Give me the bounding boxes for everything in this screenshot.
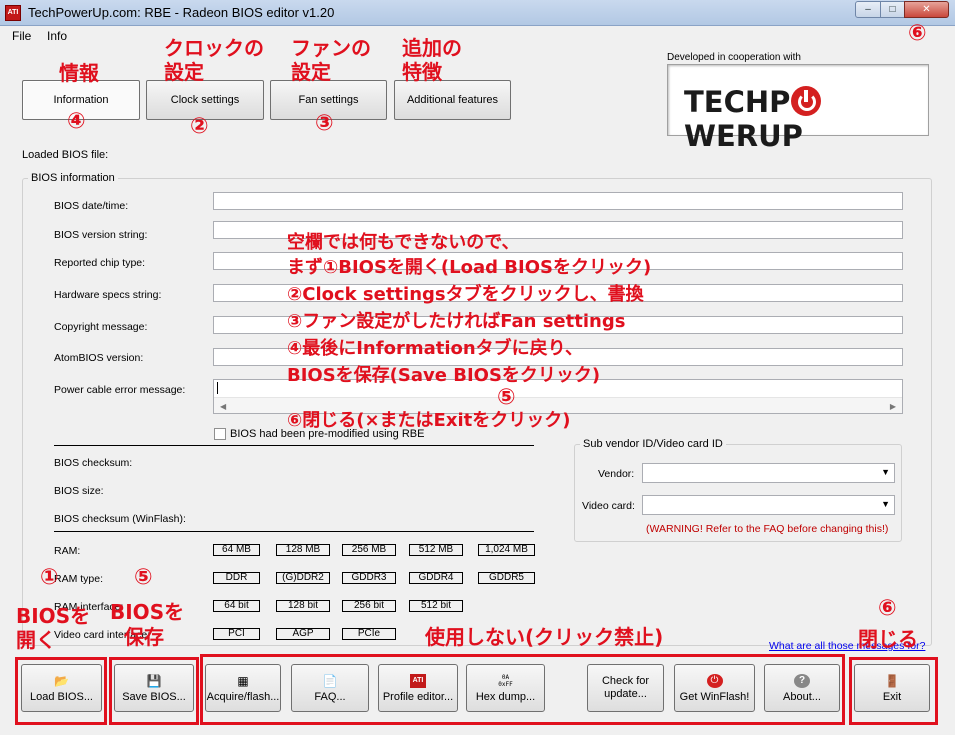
menu-file[interactable]: File xyxy=(12,29,31,43)
annotation-exit-num: ⑥ xyxy=(878,596,897,621)
dropdown-arrow-icon: ▼ xyxy=(881,499,890,509)
loaded-bios-label: Loaded BIOS file: xyxy=(22,149,109,161)
subvendor-title: Sub vendor ID/Video card ID xyxy=(580,438,726,450)
close-button[interactable]: ✕ xyxy=(904,1,949,18)
warning-text: (WARNING! Refer to the FAQ before changi… xyxy=(646,523,889,535)
instruction-num-5: ⑤ xyxy=(497,385,516,410)
power-cable-label: Power cable error message: xyxy=(54,384,186,396)
annotation-clock-title1: クロックの xyxy=(164,36,264,60)
techpowerup-logo: TECHPWERUP xyxy=(667,64,929,153)
separator-top xyxy=(54,445,534,446)
separator-bottom xyxy=(54,531,534,532)
ram-size-128: 128 MB xyxy=(276,544,330,556)
annotation-unused: 使用しない(クリック禁止) xyxy=(425,625,664,649)
ram-bus-128: 128 bit xyxy=(276,600,330,612)
atombios-label: AtomBIOS version: xyxy=(54,352,144,364)
annotation-clock-title2: 設定 xyxy=(164,60,204,84)
annotation-load-text2: 開く xyxy=(16,628,56,652)
ram-type-gddr4: GDDR4 xyxy=(409,572,463,584)
instruction-line-2: まず①BIOSを開く(Load BIOSをクリック) xyxy=(287,257,652,278)
save-highlight-box xyxy=(109,657,199,725)
ram-type-ddr: DDR xyxy=(213,572,260,584)
ram-bus-64: 64 bit xyxy=(213,600,260,612)
tab-additional-features[interactable]: Additional features xyxy=(394,80,511,120)
chip-type-label: Reported chip type: xyxy=(54,257,146,269)
menu-bar: File Info xyxy=(0,26,955,46)
annotation-load-num: ① xyxy=(40,565,59,590)
annotation-add-title1: 追加の xyxy=(402,36,462,60)
interface-pcie: PCIe xyxy=(342,628,396,640)
instruction-line-5: ④最後にInformationタブに戻り、 xyxy=(287,338,583,359)
instruction-line-3: ②Clock settingsタブをクリックし、書換 xyxy=(287,284,644,305)
instruction-line-1: 空欄では何もできないので、 xyxy=(287,232,520,253)
ram-type-label: RAM type: xyxy=(54,573,104,585)
vendor-label: Vendor: xyxy=(598,468,635,480)
premodified-checkbox[interactable] xyxy=(214,428,226,440)
annotation-save-text2: 保存 xyxy=(124,625,164,649)
scroll-left-icon[interactable]: ◀ xyxy=(220,402,226,411)
ram-size-512: 512 MB xyxy=(409,544,463,556)
title-bar: ATI TechPowerUp.com: RBE - Radeon BIOS e… xyxy=(0,0,955,26)
minimize-button[interactable]: – xyxy=(855,1,881,18)
scroll-right-icon[interactable]: ▶ xyxy=(890,402,896,411)
ram-label: RAM: xyxy=(54,545,81,557)
video-card-dropdown[interactable]: ▼ xyxy=(642,495,895,515)
annotation-add-title2: 特徴 xyxy=(402,60,442,84)
ram-type-gddr5: GDDR5 xyxy=(478,572,535,584)
maximize-button[interactable]: □ xyxy=(880,1,905,18)
size-label: BIOS size: xyxy=(54,485,104,497)
bios-date-field[interactable] xyxy=(213,192,903,210)
interface-agp: AGP xyxy=(276,628,330,640)
load-highlight-box xyxy=(15,657,107,725)
dropdown-arrow-icon: ▼ xyxy=(881,467,890,477)
annotation-info-num: ④ xyxy=(67,109,86,134)
ram-size-256: 256 MB xyxy=(342,544,396,556)
instruction-close: ⑥閉じる(×またはExitをクリック) xyxy=(287,410,571,431)
annotation-info-title: 情報 xyxy=(59,61,99,85)
bios-date-label: BIOS date/time: xyxy=(54,200,129,212)
text-caret xyxy=(217,382,218,394)
instruction-line-6: BIOSを保存(Save BIOSをクリック) xyxy=(287,365,601,386)
unused-highlight-box xyxy=(200,654,845,725)
cooperation-text: Developed in cooperation with xyxy=(667,52,801,63)
menu-info[interactable]: Info xyxy=(47,29,67,43)
annotation-fan-title1: ファンの xyxy=(291,36,371,60)
video-card-label: Video card: xyxy=(582,500,635,512)
checksum-label: BIOS checksum: xyxy=(54,457,133,469)
ram-size-1024: 1,024 MB xyxy=(478,544,535,556)
vendor-dropdown[interactable]: ▼ xyxy=(642,463,895,483)
bios-info-title: BIOS information xyxy=(28,172,118,184)
copyright-label: Copyright message: xyxy=(54,321,148,333)
annotation-exit-text: 閉じる xyxy=(858,627,918,651)
logo-text: TECHPWERUP xyxy=(684,85,928,153)
window-title: TechPowerUp.com: RBE - Radeon BIOS edito… xyxy=(28,5,335,20)
annotation-close-num: ⑥ xyxy=(908,21,927,46)
annotation-fan-num: ③ xyxy=(315,111,334,136)
instruction-line-4: ③ファン設定がしたければFan settings xyxy=(287,311,626,332)
exit-highlight-box xyxy=(849,657,938,725)
ram-bus-512: 512 bit xyxy=(409,600,463,612)
annotation-clock-num: ② xyxy=(190,114,209,139)
hardware-specs-label: Hardware specs string: xyxy=(54,289,162,301)
checksum-winflash-label: BIOS checksum (WinFlash): xyxy=(54,513,186,525)
bios-version-label: BIOS version string: xyxy=(54,229,148,241)
ram-size-64: 64 MB xyxy=(213,544,260,556)
ram-type-gddr2: (G)DDR2 xyxy=(276,572,330,584)
annotation-save-num: ⑤ xyxy=(134,565,153,590)
ram-type-gddr3: GDDR3 xyxy=(342,572,396,584)
interface-pci: PCI xyxy=(213,628,260,640)
annotation-load-text1: BIOSを xyxy=(16,604,91,628)
ram-bus-256: 256 bit xyxy=(342,600,396,612)
app-icon: ATI xyxy=(5,5,21,21)
annotation-save-text1: BIOSを xyxy=(110,600,185,624)
power-icon xyxy=(791,86,822,116)
annotation-fan-title2: 設定 xyxy=(291,60,331,84)
